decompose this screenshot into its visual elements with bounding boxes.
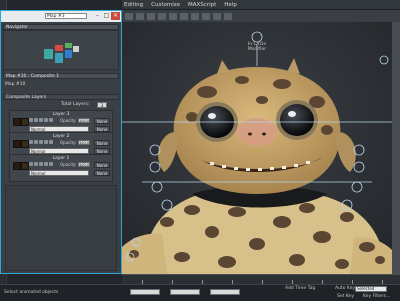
auto-key-button[interactable]: Auto Key [335,286,355,291]
total-layers-spinner[interactable]: 3 [97,102,107,108]
coord-x-field[interactable] [130,289,160,295]
color-correct-icon[interactable] [49,140,53,144]
rename-icon[interactable] [39,140,43,144]
right-eye [280,104,314,136]
opacity-spinner[interactable]: 100.0 [78,140,90,145]
opacity-label: Opacity: [60,162,77,167]
main-toolbar [122,10,400,22]
toolbar-button[interactable] [158,12,166,20]
rename-icon[interactable] [39,118,43,122]
blend-mode-dropdown[interactable]: Normal [29,170,89,176]
total-layers-label: Total Layers: [61,102,90,107]
toolbar-button[interactable] [213,12,221,20]
map-slot-button[interactable]: None [94,140,110,146]
editor-titlebar: Map #3 – □ × [1,11,121,22]
right-eye-highlight [288,111,296,117]
opacity-label: Opacity: [60,118,77,123]
toolbar-button[interactable] [202,12,210,20]
key-mode-value: Selected [357,286,375,291]
left-nostril [248,132,252,136]
character-render [122,22,392,274]
status-message: Select animated objects [4,290,59,295]
mask-slot-button[interactable]: None [94,170,110,176]
map-slot-button[interactable]: None [94,118,110,124]
visibility-icon[interactable] [34,140,38,144]
menu-customize[interactable]: Customize [151,2,180,8]
add-time-tag-button[interactable]: Add Time Tag [285,286,315,291]
layer-panel: Layer 1 Opacity: 100.0 Normal None None [9,154,113,182]
toolbar-button[interactable] [191,12,199,20]
layer-mask-thumbnail[interactable] [21,118,29,126]
delete-layer-icon[interactable] [29,140,33,144]
node-graph-thumbnail [44,43,79,63]
toolbar-button[interactable] [125,12,133,20]
key-filters-button[interactable]: Key Filters... [363,294,390,299]
duplicate-icon[interactable] [44,162,48,166]
composite-layers-rollout[interactable]: Composite Layers [3,94,119,100]
command-panel-edge [392,22,400,274]
duplicate-icon[interactable] [44,118,48,122]
opacity-spinner[interactable]: 100.0 [78,162,90,167]
opacity-spinner[interactable]: 100.0 [78,118,90,123]
set-key-button[interactable]: Set Key [337,294,354,299]
left-eye-highlight [208,113,216,119]
menu-maxscript[interactable]: MAXScript [188,2,216,8]
visibility-icon[interactable] [34,118,38,122]
node-subtitle: Map #10 [5,82,26,87]
layer-icon-row [29,140,53,144]
layer-map-thumbnail[interactable] [13,118,21,126]
map-slot-button[interactable]: None [94,162,110,168]
close-icon[interactable]: × [111,12,120,20]
navigator-panel[interactable] [3,30,119,70]
layer-mask-thumbnail[interactable] [21,140,29,148]
layer-map-thumbnail[interactable] [13,162,21,170]
layer-title: Layer 3 [52,112,70,117]
color-correct-icon[interactable] [49,162,53,166]
menu-help[interactable]: Help [224,2,237,8]
delete-layer-icon[interactable] [29,118,33,122]
right-nostril [262,132,266,136]
delete-layer-icon[interactable] [29,162,33,166]
parameter-editor-empty-area [5,185,117,271]
toolbar-button[interactable] [224,12,232,20]
rename-icon[interactable] [39,162,43,166]
toolbar-button[interactable] [169,12,177,20]
minimize-icon[interactable]: – [93,12,102,20]
node-title-bar[interactable]: Map #10 : Composite 1 [3,73,119,79]
duplicate-icon[interactable] [44,140,48,144]
material-editor-window[interactable]: Map #3 – □ × Navigator Map #10 : Composi… [0,10,122,274]
layer-icon-row [29,118,53,122]
layer-icon-row [29,162,53,166]
material-name-field[interactable]: Map #3 [45,13,87,19]
layer-mask-thumbnail[interactable] [21,162,29,170]
perspective-viewport[interactable]: In Circle Modifier [122,22,392,274]
viewport-label: In Circle Modifier [247,42,267,52]
coord-y-field[interactable] [170,289,200,295]
layer-title: Layer 1 [52,156,70,161]
visibility-icon[interactable] [34,162,38,166]
opacity-label: Opacity: [60,140,77,145]
toolbar-button[interactable] [147,12,155,20]
maximize-icon[interactable]: □ [102,12,111,20]
toolbar-button[interactable] [136,12,144,20]
toolbar-button[interactable] [180,12,188,20]
menu-editing[interactable]: Editing [124,2,143,8]
color-correct-icon[interactable] [49,118,53,122]
coord-z-field[interactable] [210,289,240,295]
status-bar: Select animated objects Add Time Tag Aut… [0,284,400,301]
key-mode-dropdown[interactable]: Selected [355,286,387,292]
menu-bar: Editing Customize MAXScript Help [122,0,400,10]
layer-title: Layer 2 [52,134,70,139]
layer-map-thumbnail[interactable] [13,140,21,148]
